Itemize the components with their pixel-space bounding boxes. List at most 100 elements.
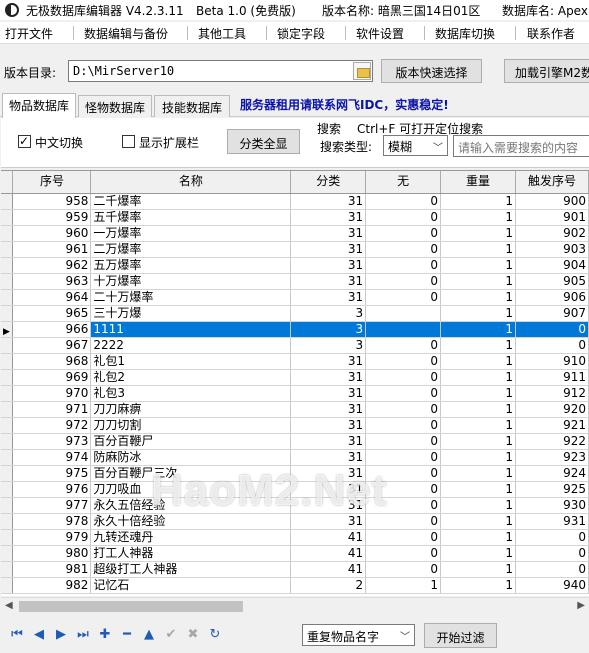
- row-indicator[interactable]: [1, 497, 14, 514]
- cell-id[interactable]: 981: [12, 561, 92, 578]
- column-header-none[interactable]: 无: [365, 171, 442, 194]
- cell-name[interactable]: 二万爆率: [90, 241, 292, 258]
- cell-none[interactable]: 0: [365, 289, 442, 306]
- cell-weight[interactable]: 1: [440, 321, 516, 338]
- cell-weight[interactable]: 1: [440, 369, 516, 386]
- column-header-trigger-id[interactable]: 触发序号: [515, 171, 589, 194]
- cell-weight[interactable]: 1: [440, 241, 516, 258]
- next-record-icon[interactable]: ▶: [52, 626, 70, 644]
- row-indicator[interactable]: [1, 433, 14, 450]
- cell-name[interactable]: 三十万爆: [90, 305, 292, 322]
- cell-name[interactable]: 2222: [90, 337, 292, 354]
- table-row[interactable]: 964 二十万爆率 31 0 1 906: [1, 289, 589, 306]
- cell-trigger-id[interactable]: 0: [515, 545, 589, 562]
- cell-category[interactable]: 31: [290, 353, 367, 370]
- menu-data-edit-backup[interactable]: 数据编辑与备份: [84, 25, 168, 42]
- cell-id[interactable]: 964: [12, 289, 92, 306]
- cell-none[interactable]: 0: [365, 465, 442, 482]
- delete-record-icon[interactable]: ━: [118, 626, 136, 644]
- row-indicator[interactable]: [1, 289, 14, 306]
- cell-id[interactable]: 966: [12, 321, 92, 338]
- cell-name[interactable]: 一万爆率: [90, 225, 292, 242]
- cell-trigger-id[interactable]: 0: [515, 529, 589, 546]
- cell-id[interactable]: 958: [12, 193, 92, 210]
- cell-name[interactable]: 刀刀麻痹: [90, 401, 292, 418]
- cell-id[interactable]: 977: [12, 497, 92, 514]
- cell-id[interactable]: 973: [12, 433, 92, 450]
- search-input[interactable]: 请输入需要搜索的内容: [453, 135, 589, 157]
- row-indicator[interactable]: [1, 449, 14, 466]
- cell-id[interactable]: 961: [12, 241, 92, 258]
- folder-icon[interactable]: [353, 62, 371, 80]
- cell-name[interactable]: 超级打工人神器: [90, 561, 292, 578]
- cell-name[interactable]: 礼包2: [90, 369, 292, 386]
- cell-id[interactable]: 963: [12, 273, 92, 290]
- cell-category[interactable]: 31: [290, 465, 367, 482]
- cell-category[interactable]: 31: [290, 513, 367, 530]
- table-row[interactable]: 968 礼包1 31 0 1 910: [1, 353, 589, 370]
- cell-id[interactable]: 976: [12, 481, 92, 498]
- row-indicator[interactable]: [1, 209, 14, 226]
- cell-weight[interactable]: 1: [440, 273, 516, 290]
- row-indicator[interactable]: [1, 273, 14, 290]
- table-row[interactable]: ▶ 966 1111 3 1 0: [1, 321, 589, 338]
- tab-items-db[interactable]: 物品数据库: [2, 93, 76, 118]
- cell-category[interactable]: 31: [290, 497, 367, 514]
- cell-weight[interactable]: 1: [440, 561, 516, 578]
- cell-trigger-id[interactable]: 905: [515, 273, 589, 290]
- cell-trigger-id[interactable]: 900: [515, 193, 589, 210]
- row-indicator[interactable]: [1, 401, 14, 418]
- cell-id[interactable]: 979: [12, 529, 92, 546]
- cell-name[interactable]: 九转还魂丹: [90, 529, 292, 546]
- horizontal-scrollbar[interactable]: ◀ ▶: [1, 597, 589, 614]
- cell-name[interactable]: 1111: [90, 321, 292, 338]
- version-dir-input[interactable]: D:\MirServer10: [68, 60, 373, 82]
- cell-category[interactable]: 31: [290, 225, 367, 242]
- cell-category[interactable]: 31: [290, 193, 367, 210]
- table-row[interactable]: 960 一万爆率 31 0 1 902: [1, 225, 589, 242]
- cell-category[interactable]: 31: [290, 385, 367, 402]
- cell-weight[interactable]: 1: [440, 449, 516, 466]
- cell-none[interactable]: 0: [365, 241, 442, 258]
- column-header-weight[interactable]: 重量: [440, 171, 516, 194]
- cell-trigger-id[interactable]: 922: [515, 433, 589, 450]
- cell-name[interactable]: 礼包1: [90, 353, 292, 370]
- cell-trigger-id[interactable]: 0: [515, 337, 589, 354]
- cell-name[interactable]: 五万爆率: [90, 257, 292, 274]
- table-row[interactable]: 981 超级打工人神器 41 0 1 0: [1, 561, 589, 578]
- menu-open-file[interactable]: 打开文件: [5, 25, 53, 42]
- cell-category[interactable]: 41: [290, 561, 367, 578]
- row-indicator[interactable]: [1, 257, 14, 274]
- cell-trigger-id[interactable]: 901: [515, 209, 589, 226]
- cell-category[interactable]: 31: [290, 369, 367, 386]
- table-row[interactable]: 965 三十万爆 3 1 907: [1, 305, 589, 322]
- table-row[interactable]: 969 礼包2 31 0 1 911: [1, 369, 589, 386]
- cell-weight[interactable]: 1: [440, 529, 516, 546]
- menu-other-tools[interactable]: 其他工具: [198, 25, 246, 42]
- cell-id[interactable]: 970: [12, 385, 92, 402]
- search-type-select[interactable]: 模糊 ﹀: [383, 135, 448, 156]
- cell-id[interactable]: 967: [12, 337, 92, 354]
- cell-none[interactable]: 0: [365, 353, 442, 370]
- cell-id[interactable]: 974: [12, 449, 92, 466]
- menu-contact-author[interactable]: 联系作者: [527, 25, 575, 42]
- cell-weight[interactable]: 1: [440, 401, 516, 418]
- cell-name[interactable]: 打工人神器: [90, 545, 292, 562]
- cell-category[interactable]: 3: [290, 321, 367, 338]
- cell-id[interactable]: 972: [12, 417, 92, 434]
- cell-category[interactable]: 31: [290, 401, 367, 418]
- cell-none[interactable]: 0: [365, 401, 442, 418]
- table-row[interactable]: 961 二万爆率 31 0 1 903: [1, 241, 589, 258]
- column-header-name[interactable]: 名称: [90, 171, 292, 194]
- first-record-icon[interactable]: ⏮: [8, 626, 26, 644]
- cell-trigger-id[interactable]: 923: [515, 449, 589, 466]
- row-indicator[interactable]: [1, 465, 14, 482]
- cell-weight[interactable]: 1: [440, 481, 516, 498]
- cell-category[interactable]: 31: [290, 449, 367, 466]
- last-record-icon[interactable]: ⏭: [74, 626, 92, 644]
- cell-weight[interactable]: 1: [440, 305, 516, 322]
- table-row[interactable]: 980 打工人神器 41 0 1 0: [1, 545, 589, 562]
- cell-none[interactable]: 0: [365, 561, 442, 578]
- cell-trigger-id[interactable]: 925: [515, 481, 589, 498]
- cell-none[interactable]: 0: [365, 433, 442, 450]
